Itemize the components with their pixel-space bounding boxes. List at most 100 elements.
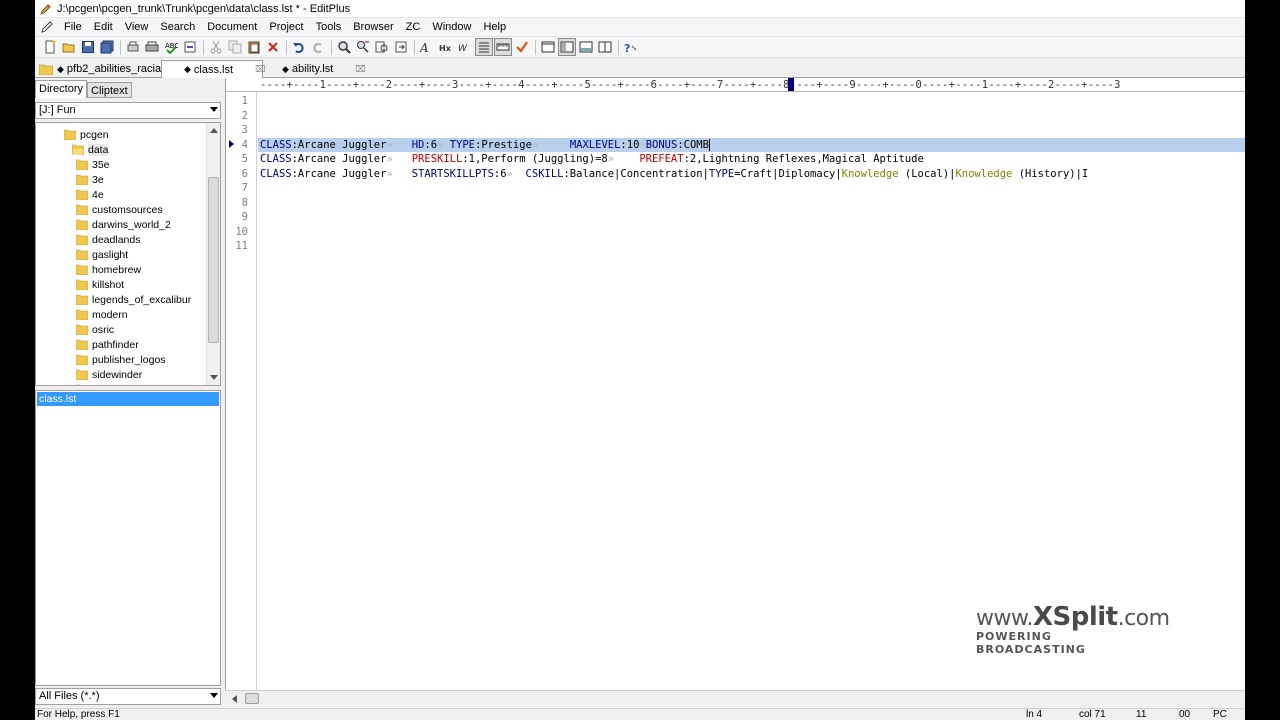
menu-tools[interactable]: Tools (310, 18, 348, 37)
tree-item-darwins-world-2[interactable]: darwins_world_2 (76, 217, 171, 232)
menu-browser[interactable]: Browser (347, 18, 399, 37)
file-item-class-lst[interactable]: class.lst (37, 392, 219, 406)
spell-check-icon[interactable]: ABC (162, 38, 180, 56)
undo-icon[interactable] (290, 38, 308, 56)
paste-icon[interactable] (245, 38, 263, 56)
find-in-files-icon[interactable] (373, 38, 391, 56)
doc-tab-pfb2-abilities[interactable]: ◆ pfb2_abilities_racia ⌧ (39, 60, 177, 78)
code-line-6[interactable]: CLASS:Arcane Juggler» STARTSKILLPTS:6» C… (258, 167, 1088, 182)
tree-item-homebrew[interactable]: homebrew (76, 262, 141, 277)
goto-icon[interactable] (392, 38, 410, 56)
scroll-thumb[interactable] (245, 693, 259, 704)
drive-select-value: [J:] Fun (39, 104, 76, 116)
tree-scrollbar[interactable] (206, 123, 220, 385)
tree-item-sidewinder[interactable]: sidewinder (76, 367, 142, 382)
column-ruler: ----+----1----+----2----+----3----+----4… (226, 78, 1245, 92)
scroll-down-icon[interactable] (210, 375, 218, 380)
menu-view[interactable]: View (119, 18, 155, 37)
menu-help[interactable]: Help (477, 18, 512, 37)
cliptext-window-icon[interactable] (577, 38, 595, 56)
scroll-left-icon[interactable] (232, 695, 237, 703)
menu-edit[interactable]: Edit (88, 18, 119, 37)
close-icon[interactable]: ⌧ (255, 64, 265, 75)
tile-window-icon[interactable] (596, 38, 614, 56)
chevron-down-icon[interactable] (210, 693, 218, 698)
close-icon[interactable]: ⌧ (355, 64, 365, 75)
ruler-marks: ----+----1----+----2----+----3----+----4… (260, 79, 1121, 91)
tree-item-3e[interactable]: 3e (76, 172, 104, 187)
menu-zc[interactable]: ZC (400, 18, 427, 37)
document-tab-bar: ◆ pfb2_abilities_racia ⌧ ◆ class.lst ⌧ ◆… (35, 58, 1245, 78)
hex-viewer-icon[interactable]: Hx (437, 38, 455, 56)
line-numbers-icon[interactable] (475, 38, 493, 56)
replace-icon[interactable] (354, 38, 372, 56)
folder-icon (76, 174, 88, 185)
scroll-thumb[interactable] (208, 177, 219, 343)
tree-item-customsources[interactable]: customsources (76, 202, 163, 217)
directory-tree[interactable]: pcgen data 35e 3e 4e customsources darwi… (35, 122, 221, 386)
toolbar-separator (618, 39, 619, 55)
new-file-icon[interactable] (41, 38, 59, 56)
file-list[interactable]: class.lst (35, 390, 221, 686)
tree-item-legends-of-excalibur[interactable]: legends_of_excalibur (76, 292, 191, 307)
editor-area[interactable]: ----+----1----+----2----+----3----+----4… (225, 78, 1245, 690)
tree-item-data[interactable]: data (72, 142, 109, 157)
redo-icon[interactable] (309, 38, 327, 56)
ruler-icon[interactable] (494, 38, 512, 56)
chevron-down-icon[interactable] (210, 107, 218, 112)
doc-tab-class-lst[interactable]: ◆ class.lst ⌧ (161, 60, 265, 78)
svg-text:?: ? (624, 42, 630, 54)
directory-window-icon[interactable] (539, 38, 557, 56)
code-line-5[interactable]: CLASS:Arcane Juggler» PRESKILL:1,Perform… (258, 152, 924, 167)
tree-item-pcgen[interactable]: pcgen (64, 127, 109, 142)
doc-tab-ability-lst[interactable]: ◆ ability.lst ⌧ (282, 60, 366, 78)
tree-item-publisher-logos[interactable]: publisher_logos (76, 352, 166, 367)
font-icon[interactable]: A (418, 38, 436, 56)
menu-file[interactable]: File (58, 18, 88, 37)
print-preview-icon[interactable] (124, 38, 142, 56)
cut-icon[interactable] (207, 38, 225, 56)
delete-icon[interactable] (264, 38, 282, 56)
tree-item-deadlands[interactable]: deadlands (76, 232, 140, 247)
tree-item-4e[interactable]: 4e (76, 187, 104, 202)
toolbar-separator (203, 39, 204, 55)
line-number: 8 (241, 196, 248, 209)
file-filter-select[interactable]: All Files (*.*) (35, 688, 221, 705)
output-window-icon[interactable] (558, 38, 576, 56)
menu-window[interactable]: Window (426, 18, 477, 37)
scroll-up-icon[interactable] (210, 128, 218, 133)
tree-item-gaslight[interactable]: gaslight (76, 247, 128, 262)
doc-tab-label: class.lst (193, 63, 234, 76)
horizontal-scrollbar[interactable] (225, 690, 1245, 706)
tree-item-sovereign[interactable]: sovereign (76, 382, 138, 385)
help-icon[interactable]: ? (622, 38, 640, 56)
drive-select[interactable]: [J:] Fun (35, 102, 221, 119)
folder-icon (76, 234, 88, 245)
menu-search[interactable]: Search (154, 18, 201, 37)
tab-directory[interactable]: Directory (35, 80, 88, 98)
tree-item-killshot[interactable]: killshot (76, 277, 124, 292)
tree-item-pathfinder[interactable]: pathfinder (76, 337, 139, 352)
save-icon[interactable] (79, 38, 97, 56)
check-icon[interactable] (513, 38, 531, 56)
tree-item-35e[interactable]: 35e (76, 157, 110, 172)
print-icon[interactable] (143, 38, 161, 56)
ftp-icon[interactable] (181, 38, 199, 56)
menu-project[interactable]: Project (263, 18, 309, 37)
save-all-icon[interactable] (98, 38, 116, 56)
code-line-4[interactable]: CLASS:Arcane Juggler» HD:6» TYPE:Prestig… (258, 137, 1245, 152)
tab-cliptext[interactable]: Cliptext (87, 82, 132, 98)
xsplit-watermark: www.XSplit.com POWERING BROADCASTING (976, 602, 1170, 656)
word-wrap-icon[interactable]: W (456, 38, 474, 56)
code-text[interactable]: CLASS:Arcane Juggler» HD:6» TYPE:Prestig… (258, 92, 1245, 690)
copy-icon[interactable] (226, 38, 244, 56)
tree-item-osric[interactable]: osric (76, 322, 114, 337)
status-column: col 71 (1079, 709, 1106, 720)
document-pencil-icon[interactable] (39, 19, 55, 35)
find-icon[interactable] (335, 38, 353, 56)
open-folder-icon[interactable] (60, 38, 78, 56)
line-number: 9 (241, 211, 248, 223)
tree-item-modern[interactable]: modern (76, 307, 128, 322)
toolbar-separator (535, 39, 536, 55)
menu-document[interactable]: Document (201, 18, 263, 37)
